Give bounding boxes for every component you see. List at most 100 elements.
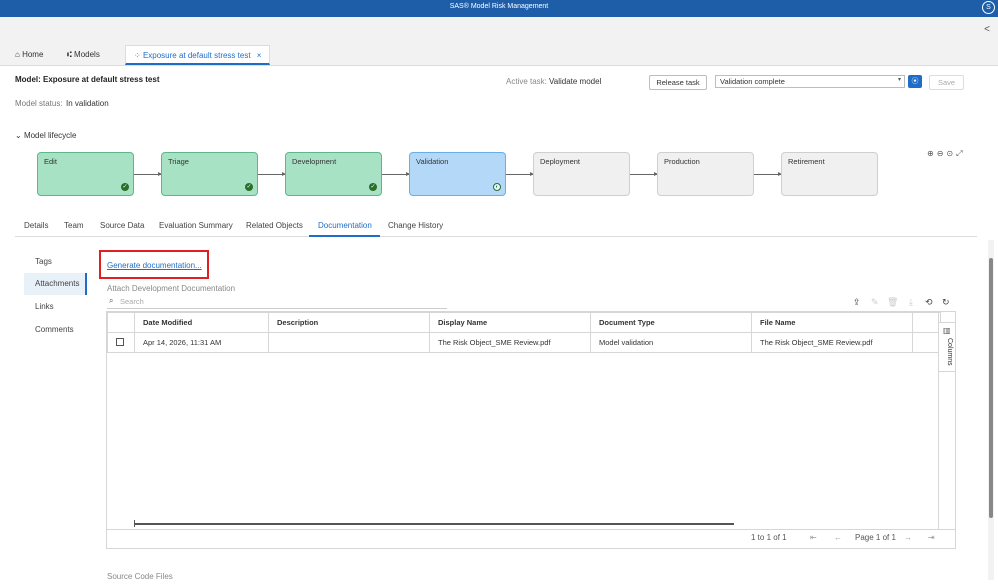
chevron-down-icon: ⌄ [15, 131, 22, 140]
horizontal-scrollbar[interactable] [134, 523, 734, 525]
zoom-out-icon[interactable]: ⊖ [937, 149, 947, 158]
stage-name: Retirement [788, 157, 825, 166]
download-icon[interactable]: ⤓ [909, 297, 913, 308]
column-header-spacer [912, 312, 941, 333]
cell-description [268, 332, 430, 353]
stage-edit[interactable]: Edit ✓ [37, 152, 134, 196]
search-icon: ⌕ [109, 296, 114, 305]
footer-divider [106, 529, 956, 530]
tab-divider [15, 236, 977, 237]
side-nav-links[interactable]: Links [24, 296, 87, 318]
home-icon: ⌂ [15, 50, 20, 59]
side-nav-tags[interactable]: Tags [24, 251, 87, 273]
tab-evaluation-summary[interactable]: Evaluation Summary [159, 221, 233, 230]
tab-related-objects[interactable]: Related Objects [246, 221, 303, 230]
models-icon: ⑆ [67, 50, 72, 59]
tab-model-detail[interactable]: ⁘ Exposure at default stress test × [125, 45, 271, 65]
stage-name: Deployment [540, 157, 581, 166]
stage-development[interactable]: Development ✓ [285, 152, 382, 196]
edit-icon[interactable]: ✎ [871, 297, 879, 308]
tab-change-history[interactable]: Change History [388, 221, 443, 230]
zoom-in-icon[interactable]: ⊕ [927, 149, 937, 158]
stage-connector [258, 172, 286, 176]
app-header: SAS® Model Risk Management S [0, 0, 998, 17]
model-status-label: Model status: [15, 99, 63, 108]
first-page-icon[interactable]: ⇤ [810, 533, 817, 542]
stage-production[interactable]: Production [657, 152, 754, 196]
tab-documentation[interactable]: Documentation [318, 221, 372, 230]
tab-details[interactable]: Details [24, 221, 48, 230]
release-task-button[interactable]: Release task [649, 75, 707, 90]
source-code-files-title: Source Code Files [107, 572, 173, 581]
next-page-icon[interactable]: → [904, 533, 912, 542]
user-avatar[interactable]: S [982, 1, 995, 14]
tab-home-label: Home [22, 50, 44, 59]
column-header-description[interactable]: Description [268, 312, 430, 333]
tab-team[interactable]: Team [64, 221, 84, 230]
refresh-icon[interactable]: ↻ [942, 297, 950, 308]
cell-document-type: Model validation [590, 332, 752, 353]
cell-display-name: The Risk Object_SME Review.pdf [429, 332, 591, 353]
close-tab-icon[interactable]: × [257, 51, 262, 60]
fullscreen-icon[interactable]: ⤢ [956, 149, 965, 158]
column-header-document-type[interactable]: Document Type [590, 312, 752, 333]
active-task-label: Active task: [506, 77, 547, 86]
prev-page-icon[interactable]: ← [834, 533, 842, 542]
stage-connector [134, 172, 162, 176]
tab-source-data[interactable]: Source Data [100, 221, 144, 230]
stage-retirement[interactable]: Retirement [781, 152, 878, 196]
stage-validation[interactable]: Validation ◐ [409, 152, 506, 196]
tab-models[interactable]: ⑆ Models [67, 45, 100, 65]
column-header-date-modified[interactable]: Date Modified [134, 312, 269, 333]
stage-connector [382, 172, 410, 176]
in-progress-icon: ◐ [493, 183, 501, 191]
stage-deployment[interactable]: Deployment [533, 152, 630, 196]
stage-triage[interactable]: Triage ✓ [161, 152, 258, 196]
columns-panel-toggle[interactable]: ▥ Columns [938, 322, 956, 372]
cell-spacer [912, 332, 941, 353]
task-action-selected: Validation complete [720, 77, 785, 86]
columns-icon: ▥ [943, 326, 951, 335]
last-page-icon[interactable]: ⇥ [928, 533, 935, 542]
active-task-value: Validate model [549, 77, 602, 86]
check-icon: ✓ [245, 183, 253, 191]
model-status-value: In validation [66, 99, 109, 108]
generate-documentation-link[interactable]: Generate documentation... [107, 261, 202, 270]
tab-home[interactable]: ⌂ Home [15, 45, 43, 65]
save-button[interactable]: Save [929, 75, 964, 90]
range-label: 1 to 1 of 1 [751, 533, 787, 542]
stage-name: Development [292, 157, 337, 166]
side-nav-comments[interactable]: Comments [24, 319, 87, 341]
tab-model-detail-label: Exposure at default stress test [142, 51, 251, 60]
task-action-select[interactable]: Validation complete ▾ [715, 75, 905, 88]
stage-name: Edit [44, 157, 57, 166]
row-checkbox[interactable] [116, 337, 124, 346]
delete-icon[interactable]: 🗑 [887, 297, 898, 308]
stage-connector [630, 172, 658, 176]
cell-date-modified: Apr 14, 2026, 11:31 AM [134, 332, 269, 353]
page-scrollbar-thumb[interactable] [989, 258, 993, 518]
model-lifecycle-toggle[interactable]: ⌄ Model lifecycle [15, 131, 76, 140]
zoom-reset-icon[interactable]: ⊙ [946, 149, 956, 158]
side-nav-attachments[interactable]: Attachments [24, 273, 87, 295]
zoom-controls: ⊕⊖⊙⤢ [927, 149, 966, 159]
search-field[interactable]: ⌕ Search [107, 296, 447, 309]
share-icon[interactable]: < [984, 24, 990, 35]
stage-connector [754, 172, 782, 176]
check-icon: ✓ [121, 183, 129, 191]
table-row[interactable]: Apr 14, 2026, 11:31 AM The Risk Object_S… [107, 332, 941, 353]
column-header-file-name[interactable]: File Name [751, 312, 913, 333]
select-all-column [107, 312, 135, 333]
chevron-down-icon: ▾ [898, 77, 902, 83]
stage-name: Production [664, 157, 700, 166]
scrollbar-start [134, 520, 135, 527]
history-icon[interactable]: ⟲ [925, 297, 933, 308]
columns-panel-label: Columns [946, 338, 953, 366]
execute-task-button[interactable]: ⦿ [908, 75, 922, 88]
attach-dev-doc-title: Attach Development Documentation [107, 284, 236, 293]
app-title: SAS® Model Risk Management [449, 3, 549, 10]
add-attachment-icon[interactable]: ⇪ [853, 297, 861, 308]
tab-models-label: Models [74, 50, 100, 59]
column-header-display-name[interactable]: Display Name [429, 312, 591, 333]
row-checkbox-cell [107, 332, 135, 353]
